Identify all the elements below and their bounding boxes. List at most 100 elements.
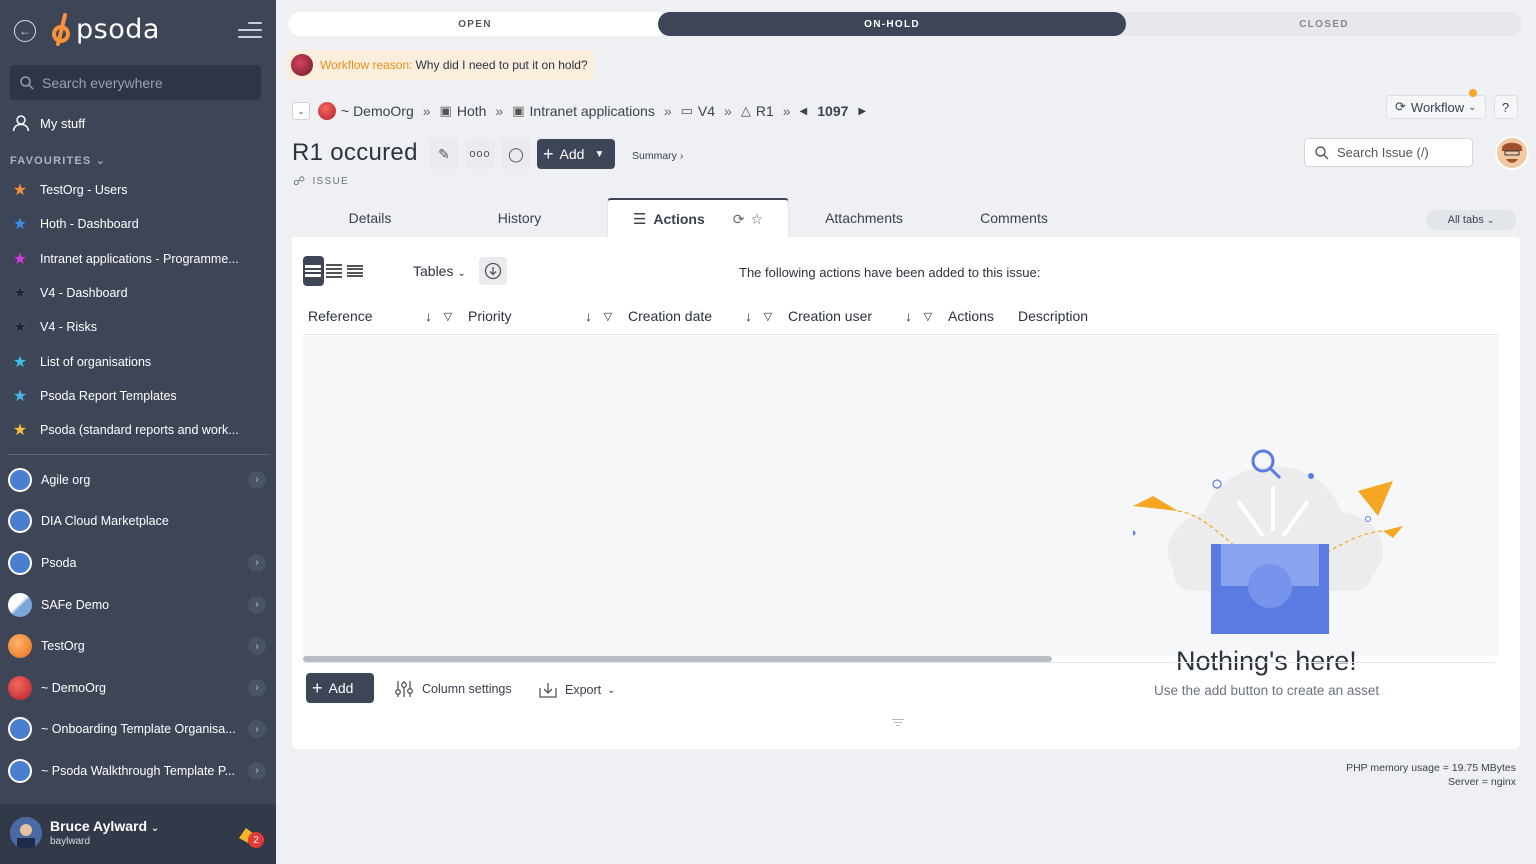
edit-button[interactable]: ✎	[429, 139, 459, 169]
more-button[interactable]: ooo	[465, 139, 495, 169]
avatar	[291, 54, 313, 76]
view-medium-button[interactable]	[324, 256, 345, 286]
tab-details[interactable]: Details	[292, 198, 448, 238]
column-actions[interactable]: Actions	[948, 301, 994, 331]
all-tabs-dropdown[interactable]: All tabs ⌄	[1426, 210, 1516, 230]
organisation-item[interactable]: ~ Psoda Walkthrough Template P... ›	[8, 750, 270, 792]
view-compact-button[interactable]	[344, 256, 365, 286]
chevron-right-icon[interactable]: ›	[248, 637, 266, 656]
collapse-menu-icon[interactable]	[238, 22, 262, 40]
view-large-button[interactable]	[303, 256, 324, 286]
organisation-item[interactable]: TestOrg ›	[8, 625, 270, 667]
organisation-item[interactable]: DIA Cloud Marketplace	[8, 501, 270, 543]
column-description[interactable]: Description	[1018, 301, 1088, 331]
breadcrumb-hoth[interactable]: ▣ Hoth	[440, 103, 487, 119]
column-settings-button[interactable]: Column settings	[394, 680, 512, 698]
user-name-label: Bruce Aylward	[50, 818, 147, 834]
sort-icon[interactable]: ↓	[585, 308, 592, 324]
organisation-item[interactable]: Agile org ›	[8, 459, 270, 501]
breadcrumb-project[interactable]: ▭ V4	[681, 103, 715, 119]
sort-icon[interactable]: ↓	[745, 308, 752, 324]
sort-icon[interactable]: ↓	[905, 308, 912, 324]
status-closed[interactable]: CLOSED	[1126, 12, 1522, 36]
view-toggle	[303, 256, 365, 286]
tab-attachments[interactable]: Attachments	[789, 198, 939, 238]
user-panel[interactable]: Bruce Aylward ⌄ baylward 2	[0, 804, 276, 864]
summary-link[interactable]: Summary ›	[632, 150, 683, 162]
back-icon[interactable]: ←	[14, 20, 36, 42]
list-medium-icon	[326, 262, 342, 280]
breadcrumb-programme-label: Intranet applications	[529, 103, 655, 119]
favourite-item[interactable]: ★ Psoda (standard reports and work...	[10, 413, 266, 447]
search-issue-input[interactable]	[1337, 145, 1467, 160]
favourites-heading[interactable]: FAVOURITES ⌄	[10, 154, 106, 167]
chevron-right-icon[interactable]: ›	[248, 678, 266, 697]
organisation-item[interactable]: ~ Onboarding Template Organisa... ›	[8, 709, 270, 751]
add-button[interactable]: + Add ▼	[537, 139, 615, 169]
tab-comments[interactable]: Comments	[939, 198, 1089, 238]
column-creation-date[interactable]: Creation date	[628, 301, 712, 331]
logo[interactable]: psoda	[52, 12, 160, 46]
resize-grip-icon[interactable]	[892, 717, 904, 728]
favourite-item[interactable]: ★ List of organisations	[10, 344, 266, 378]
filter-icon[interactable]: ▽	[924, 310, 932, 323]
organisation-item-label: Agile org	[41, 472, 91, 487]
favourite-item[interactable]: ★ Intranet applications - Programme...	[10, 242, 266, 276]
chevron-right-icon[interactable]: ›	[248, 595, 266, 614]
chevron-right-icon[interactable]: ›	[248, 720, 266, 739]
tab-actions[interactable]: ☰ Actions ⟳ ☆	[607, 198, 789, 238]
add-action-button[interactable]: + Add	[306, 673, 374, 703]
organisation-item-label: ~ Psoda Walkthrough Template P...	[41, 763, 235, 778]
filter-icon[interactable]: ▽	[764, 310, 772, 323]
user-name[interactable]: Bruce Aylward ⌄	[50, 818, 159, 834]
breadcrumb-org[interactable]: ~ DemoOrg	[318, 102, 414, 120]
empty-box-illustration	[1133, 449, 1403, 634]
chevron-down-icon: ⌄	[95, 155, 107, 167]
status-on-hold[interactable]: ON-HOLD	[658, 12, 1126, 36]
favourite-item-label: V4 - Risks	[40, 320, 97, 335]
sidebar-search[interactable]	[10, 65, 261, 100]
organisation-item[interactable]: SAFe Demo ›	[8, 584, 270, 626]
favourite-item[interactable]: ★ Psoda Report Templates	[10, 379, 266, 413]
my-stuff-link[interactable]: My stuff	[12, 114, 85, 132]
column-priority-controls: ↓ ▽	[585, 301, 612, 331]
previous-icon[interactable]: ◀	[800, 106, 808, 117]
filter-icon[interactable]: ▽	[604, 310, 612, 323]
favourite-item[interactable]: ★ V4 - Risks	[10, 310, 266, 344]
breadcrumb-programme[interactable]: ▣ Intranet applications	[512, 103, 655, 119]
user-avatar[interactable]	[1495, 136, 1529, 170]
next-icon[interactable]: ▶	[858, 106, 866, 117]
breadcrumb-risk[interactable]: △ R1	[741, 103, 774, 119]
refresh-button[interactable]	[479, 257, 507, 285]
favourite-item[interactable]: ★ TestOrg - Users	[10, 173, 266, 207]
chevron-right-icon[interactable]: ›	[248, 553, 266, 572]
search-everywhere-input[interactable]	[42, 74, 242, 91]
column-creation-user[interactable]: Creation user	[788, 301, 872, 331]
export-button[interactable]: Export ⌄	[538, 681, 616, 699]
workflow-button[interactable]: ⟳ Workflow ⌄	[1386, 89, 1486, 119]
chevron-right-icon[interactable]: ›	[248, 761, 266, 780]
top-right-actions: ⟳ Workflow ⌄ ?	[1386, 89, 1518, 119]
avatar[interactable]	[10, 817, 42, 849]
filter-icon[interactable]: ▽	[444, 310, 452, 323]
help-button[interactable]: ?	[1493, 95, 1518, 119]
tables-dropdown[interactable]: Tables ⌄	[413, 263, 466, 279]
star-icon[interactable]: ☆	[750, 211, 763, 228]
tag-button[interactable]: ◯	[501, 139, 531, 169]
favourite-item[interactable]: ★ V4 - Dashboard	[10, 276, 266, 310]
tab-bar: Details History ☰ Actions ⟳ ☆ Attachment…	[292, 198, 1520, 238]
organisation-item[interactable]: ~ DemoOrg ›	[8, 667, 270, 709]
tab-history[interactable]: History	[448, 198, 591, 238]
breadcrumb-separator: »	[724, 103, 732, 119]
column-reference[interactable]: Reference	[308, 301, 373, 331]
sort-icon[interactable]: ↓	[425, 308, 432, 324]
notifications-button[interactable]: 2	[236, 826, 264, 849]
chevron-right-icon[interactable]: ›	[248, 470, 266, 489]
search-issue[interactable]	[1304, 138, 1473, 167]
status-open[interactable]: OPEN	[288, 12, 662, 36]
refresh-icon[interactable]: ⟳	[733, 211, 745, 228]
organisation-item[interactable]: Psoda ›	[8, 542, 270, 584]
favourite-item[interactable]: ★ Hoth - Dashboard	[10, 207, 266, 241]
column-priority[interactable]: Priority	[468, 301, 512, 331]
breadcrumb-dropdown[interactable]: ⌄	[292, 102, 310, 120]
